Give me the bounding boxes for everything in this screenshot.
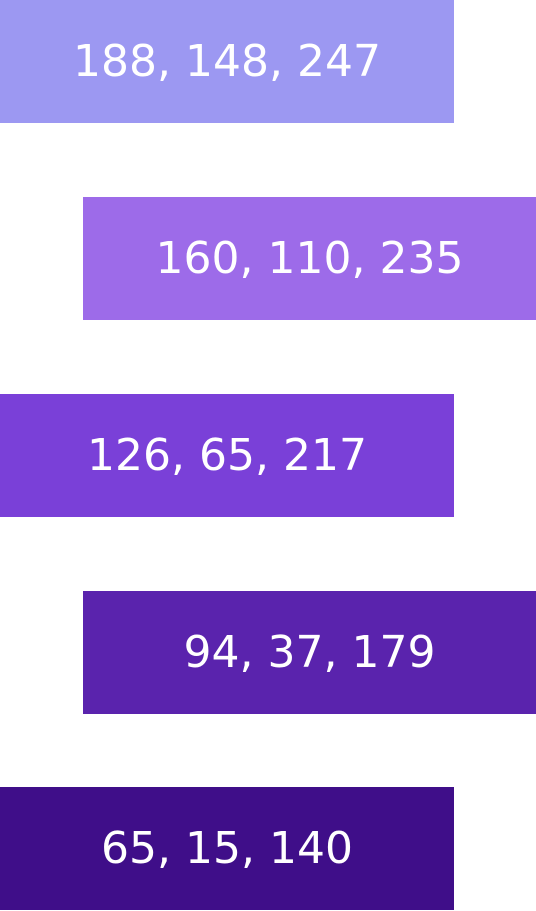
swatch-label: 94, 37, 179: [183, 627, 436, 678]
swatch-label: 160, 110, 235: [155, 233, 464, 284]
color-swatch-2: 160, 110, 235: [83, 197, 536, 320]
color-swatch-5: 65, 15, 140: [0, 787, 454, 910]
swatch-label: 65, 15, 140: [101, 823, 353, 874]
color-swatch-1: 188, 148, 247: [0, 0, 454, 123]
swatch-label: 126, 65, 217: [87, 430, 367, 481]
color-swatch-3: 126, 65, 217: [0, 394, 454, 517]
color-swatch-4: 94, 37, 179: [83, 591, 536, 714]
swatch-label: 188, 148, 247: [73, 36, 381, 87]
